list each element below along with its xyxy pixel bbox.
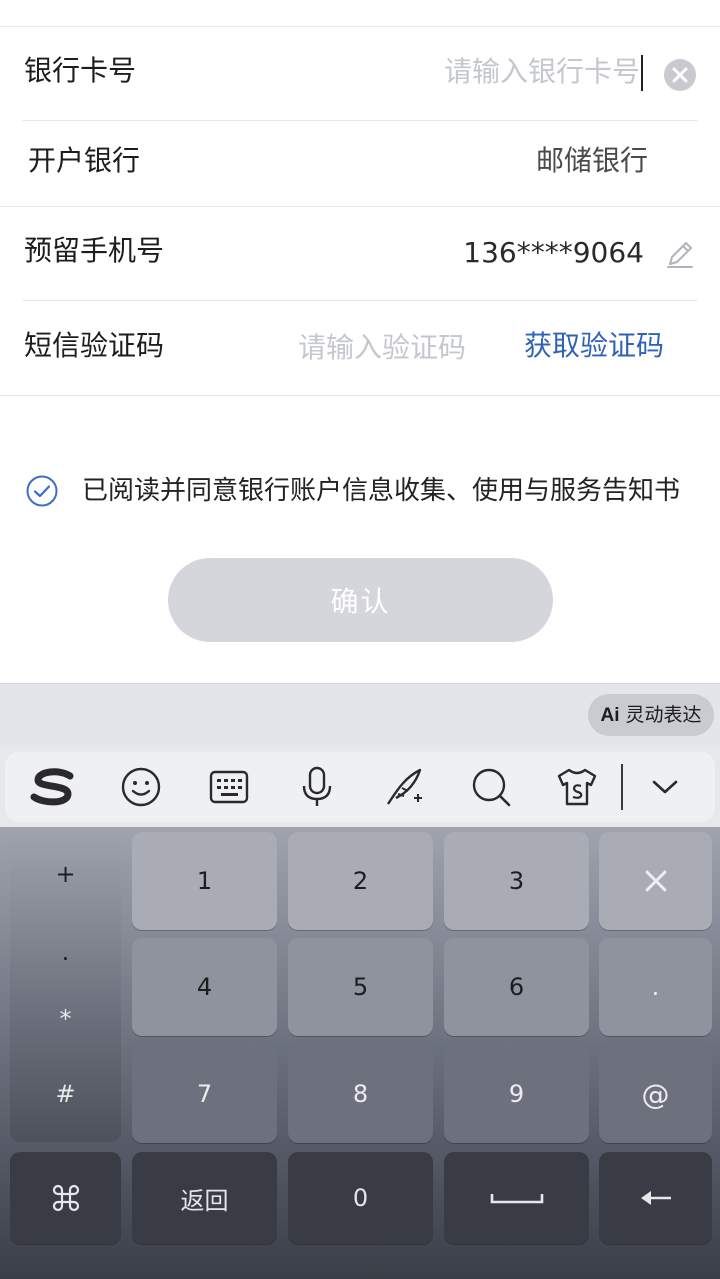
sogou-logo-icon[interactable] (30, 764, 76, 810)
clear-input-button[interactable] (664, 59, 696, 91)
space-key[interactable] (444, 1152, 589, 1244)
key-9[interactable]: 9 (444, 1045, 589, 1143)
symbol-asterisk[interactable]: * (10, 1005, 121, 1033)
backspace-icon (640, 1191, 671, 1205)
bank-label: 开户银行 (28, 144, 141, 177)
phone-value: 136****9064 (463, 236, 644, 269)
symbol-hash[interactable]: # (10, 1080, 121, 1108)
key-at[interactable]: @ (599, 1045, 712, 1143)
key-7[interactable]: 7 (132, 1045, 277, 1143)
search-icon[interactable] (468, 764, 514, 810)
ai-expression-button[interactable]: Ai 灵动表达 (588, 694, 714, 736)
key-6[interactable]: 6 (444, 938, 589, 1036)
card-number-input[interactable]: 请输入银行卡号 (380, 52, 640, 92)
key-5[interactable]: 5 (288, 938, 433, 1036)
key-dot[interactable]: . (599, 938, 712, 1036)
key-1[interactable]: 1 (132, 832, 277, 930)
phone-label: 预留手机号 (24, 234, 165, 267)
backspace-key[interactable] (599, 1152, 712, 1244)
bank-value[interactable]: 邮储银行 (400, 141, 648, 181)
key-2[interactable]: 2 (288, 832, 433, 930)
close-icon (672, 67, 688, 83)
key-8[interactable]: 8 (288, 1045, 433, 1143)
delete-icon (645, 870, 666, 892)
back-key[interactable]: 返回 (132, 1152, 277, 1244)
emoji-icon[interactable] (118, 764, 164, 810)
delete-key[interactable] (599, 832, 712, 930)
keyboard-icon[interactable] (206, 764, 252, 810)
ai-chip-label: 灵动表达 (625, 704, 702, 726)
microphone-icon[interactable] (294, 764, 340, 810)
edit-pencil-icon[interactable] (664, 238, 696, 270)
skin-icon[interactable] (554, 764, 600, 810)
ai-chip-prefix: Ai (600, 705, 620, 726)
sms-code-input[interactable]: 请输入验证码 (270, 328, 466, 368)
check-circle-icon[interactable] (26, 475, 58, 507)
row-divider (22, 120, 698, 121)
chevron-down-icon[interactable] (642, 764, 688, 810)
key-4[interactable]: 4 (132, 938, 277, 1036)
toolbar-separator (621, 764, 623, 810)
get-code-button[interactable]: 获取验证码 (500, 326, 664, 366)
symbol-plus[interactable]: + (10, 860, 121, 888)
command-icon (52, 1184, 79, 1212)
card-number-label: 银行卡号 (24, 54, 137, 87)
key-0[interactable]: 0 (288, 1152, 433, 1244)
top-divider (0, 26, 720, 27)
row-divider (22, 300, 698, 301)
agreement-text[interactable]: 已阅读并同意银行账户信息收集、使用与服务告知书 (82, 471, 680, 511)
key-3[interactable]: 3 (444, 832, 589, 930)
row-divider (0, 206, 720, 207)
space-icon (490, 1194, 543, 1204)
command-key[interactable] (10, 1152, 121, 1244)
handwriting-icon[interactable] (382, 764, 428, 810)
sms-code-label: 短信验证码 (24, 329, 165, 362)
confirm-button[interactable]: 确认 (168, 558, 553, 642)
text-cursor (641, 55, 643, 91)
keyboard-toolbar (5, 752, 715, 822)
row-divider (0, 395, 720, 396)
symbol-dot[interactable]: . (10, 938, 121, 966)
